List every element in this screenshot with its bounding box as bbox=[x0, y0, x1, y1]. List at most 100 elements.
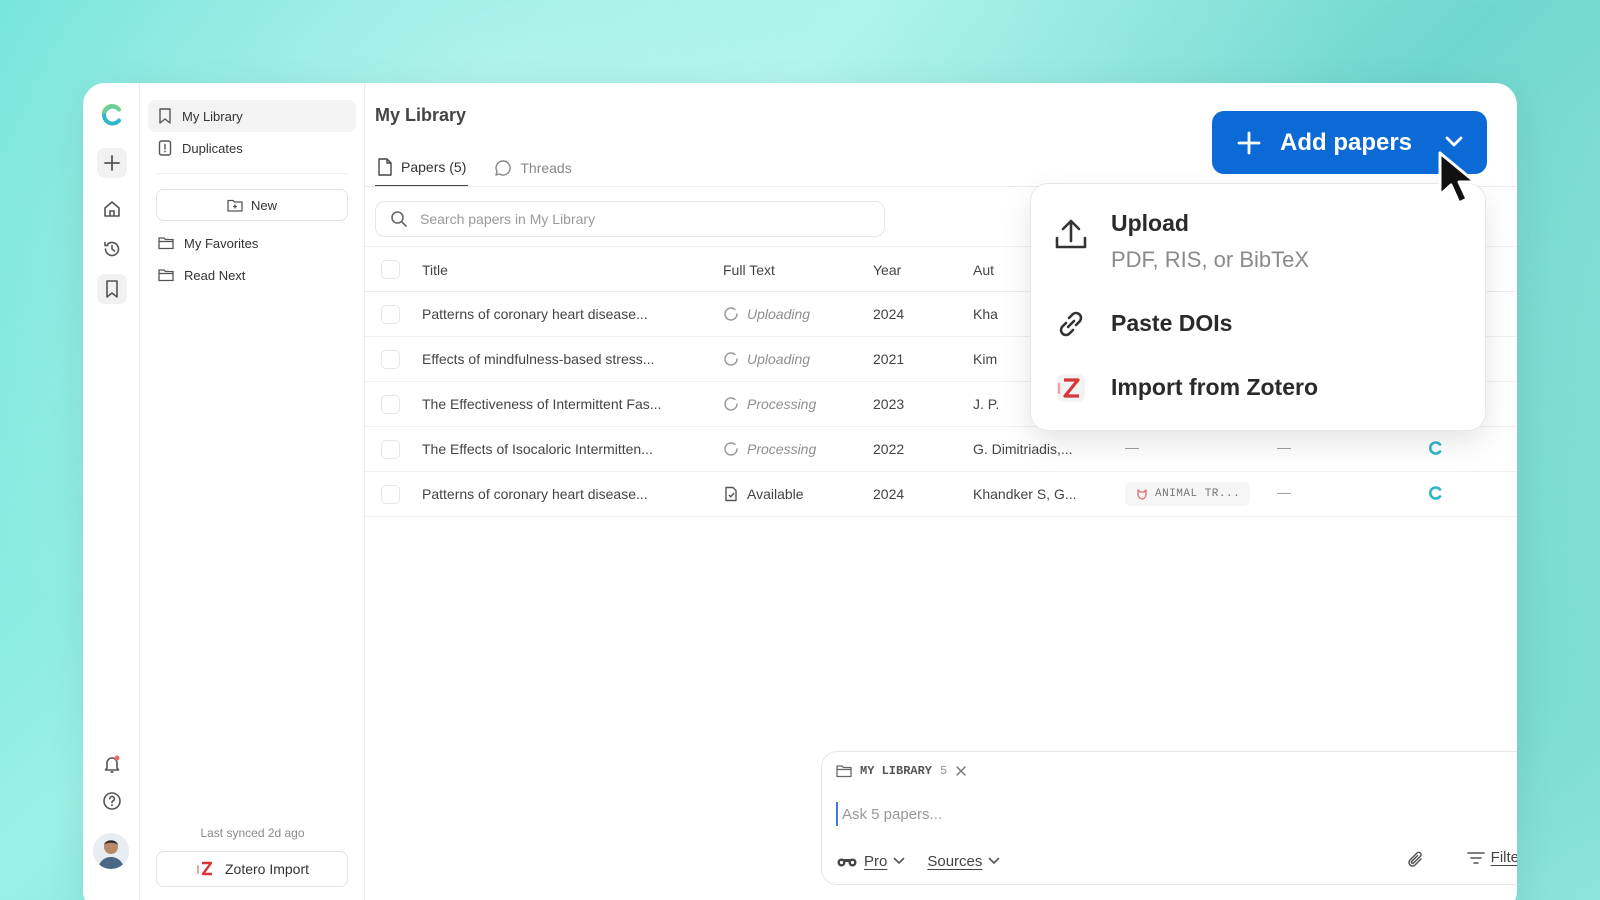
new-folder-label: New bbox=[250, 197, 277, 213]
paper-year: 2022 bbox=[873, 441, 905, 457]
row-checkbox[interactable] bbox=[381, 395, 400, 414]
home-icon[interactable] bbox=[97, 194, 127, 224]
document-icon bbox=[378, 158, 392, 176]
search-icon bbox=[391, 211, 407, 227]
filter-icon bbox=[1466, 851, 1485, 864]
bookmark-icon bbox=[159, 108, 171, 124]
library-sidebar: My Library Duplicates New My Favorites R… bbox=[140, 83, 365, 900]
folder-icon bbox=[158, 237, 174, 250]
paper-year: 2024 bbox=[873, 306, 905, 322]
sidebar-item-read-next[interactable]: Read Next bbox=[148, 259, 356, 291]
spinner-icon bbox=[724, 352, 738, 366]
paper-title[interactable]: Effects of mindfulness-based stress... bbox=[422, 351, 654, 367]
menu-item-label: Paste DOIs bbox=[1111, 310, 1233, 336]
sidebar-item-label: My Favorites bbox=[184, 235, 259, 251]
menu-item-sublabel: PDF, RIS, or BibTeX bbox=[1111, 247, 1310, 272]
chevron-down-icon bbox=[894, 857, 905, 865]
zotero-import-button[interactable]: Zotero Import bbox=[156, 851, 348, 887]
full-text-status: Processing bbox=[723, 441, 816, 457]
spinner-icon bbox=[724, 397, 738, 411]
ask-input[interactable] bbox=[836, 802, 1336, 826]
column-header-authors[interactable]: Aut bbox=[973, 262, 994, 278]
chat-toolbar: Pro Sources Filter bbox=[836, 846, 1517, 876]
full-text-status: Uploading bbox=[723, 351, 810, 367]
attachment-icon[interactable] bbox=[1406, 850, 1426, 875]
tab-bar: Papers (5) Threads bbox=[375, 149, 574, 187]
sources-select[interactable]: Sources bbox=[927, 853, 1000, 870]
menu-item-paste-dois[interactable]: Paste DOIs bbox=[1053, 306, 1467, 342]
plus-icon bbox=[1237, 131, 1261, 154]
select-all-checkbox[interactable] bbox=[381, 260, 400, 279]
menu-item-import-zotero[interactable]: Import from Zotero bbox=[1053, 370, 1467, 406]
sidebar-item-my-favorites[interactable]: My Favorites bbox=[148, 227, 356, 259]
chat-bubble-icon bbox=[495, 160, 512, 176]
add-papers-label: Add papers bbox=[1280, 128, 1413, 156]
status-text: Processing bbox=[747, 396, 817, 412]
empty-cell: — bbox=[1277, 484, 1291, 500]
document-alert-icon bbox=[158, 140, 172, 156]
filter-button[interactable]: Filter bbox=[1466, 849, 1517, 866]
consensus-logo-icon[interactable] bbox=[1427, 485, 1443, 504]
tab-label: Threads bbox=[520, 160, 572, 176]
paper-authors: Kha bbox=[973, 306, 998, 322]
paper-authors: G. Dimitriadis,... bbox=[973, 441, 1073, 457]
status-text: Available bbox=[747, 486, 804, 502]
help-icon[interactable] bbox=[97, 786, 127, 816]
column-header-year[interactable]: Year bbox=[873, 262, 901, 278]
paper-title[interactable]: The Effectiveness of Intermittent Fas... bbox=[422, 396, 661, 412]
last-synced-text: Last synced 2d ago bbox=[200, 826, 305, 840]
folder-icon bbox=[158, 269, 174, 282]
paper-title[interactable]: Patterns of coronary heart disease... bbox=[422, 306, 648, 322]
sidebar-item-label: Read Next bbox=[184, 267, 246, 283]
scope-chip[interactable]: MY LIBRARY 5 bbox=[836, 764, 967, 778]
row-checkbox[interactable] bbox=[381, 485, 400, 504]
row-checkbox[interactable] bbox=[381, 440, 400, 459]
bookmark-icon[interactable] bbox=[97, 274, 127, 304]
mouse-cursor-icon bbox=[1438, 151, 1477, 205]
tab-threads[interactable]: Threads bbox=[492, 149, 573, 187]
paper-title[interactable]: Patterns of coronary heart disease... bbox=[422, 486, 648, 502]
full-text-status: Available bbox=[723, 486, 804, 502]
badge-label: ANIMAL TR... bbox=[1155, 488, 1241, 500]
row-checkbox[interactable] bbox=[381, 350, 400, 369]
status-text: Uploading bbox=[747, 351, 811, 367]
column-header-full-text[interactable]: Full Text bbox=[723, 262, 775, 278]
page-title: My Library bbox=[375, 105, 467, 125]
zotero-import-label: Zotero Import bbox=[224, 861, 310, 877]
menu-item-label: Import from Zotero bbox=[1111, 374, 1318, 400]
menu-item-upload[interactable]: Upload PDF, RIS, or BibTeX bbox=[1053, 210, 1467, 273]
search-placeholder: Search papers in My Library bbox=[420, 211, 596, 227]
sidebar-item-my-library[interactable]: My Library bbox=[148, 100, 356, 132]
avatar[interactable] bbox=[93, 833, 129, 869]
sidebar-item-duplicates[interactable]: Duplicates bbox=[148, 132, 356, 164]
add-papers-menu: Upload PDF, RIS, or BibTeX Paste DOIs Im… bbox=[1030, 183, 1486, 431]
tab-papers[interactable]: Papers (5) bbox=[375, 149, 469, 187]
close-icon[interactable] bbox=[955, 765, 967, 777]
link-icon bbox=[1059, 311, 1083, 337]
consensus-logo-icon[interactable] bbox=[1427, 440, 1443, 459]
search-box[interactable]: Search papers in My Library bbox=[375, 201, 885, 237]
paper-authors: Khandker S, G... bbox=[973, 486, 1077, 502]
mode-select[interactable]: Pro bbox=[836, 853, 905, 870]
table-row[interactable]: The Effects of Isocaloric Intermitten...… bbox=[365, 427, 1517, 472]
logo-icon[interactable] bbox=[97, 100, 127, 130]
history-icon[interactable] bbox=[97, 234, 127, 264]
notification-bell-icon[interactable] bbox=[97, 749, 127, 779]
sidebar-item-label: Duplicates bbox=[182, 140, 243, 156]
filter-label: Filter bbox=[1490, 849, 1517, 866]
paper-title[interactable]: The Effects of Isocaloric Intermitten... bbox=[422, 441, 653, 457]
table-row[interactable]: Patterns of coronary heart disease... Av… bbox=[365, 472, 1517, 517]
ask-papers-box: MY LIBRARY 5 Pro Sources bbox=[821, 751, 1517, 885]
sources-label: Sources bbox=[927, 852, 983, 870]
scope-label: MY LIBRARY bbox=[860, 764, 933, 778]
zotero-icon bbox=[1057, 374, 1085, 402]
new-folder-button[interactable]: New bbox=[156, 189, 348, 221]
folder-icon bbox=[836, 765, 852, 778]
paper-authors: J. P. bbox=[973, 396, 1000, 412]
column-header-title[interactable]: Title bbox=[422, 262, 448, 278]
row-checkbox[interactable] bbox=[381, 305, 400, 324]
tab-label: Papers (5) bbox=[401, 159, 467, 175]
paper-year: 2024 bbox=[873, 486, 905, 502]
plus-icon[interactable] bbox=[97, 148, 127, 178]
upload-icon bbox=[1055, 219, 1087, 249]
